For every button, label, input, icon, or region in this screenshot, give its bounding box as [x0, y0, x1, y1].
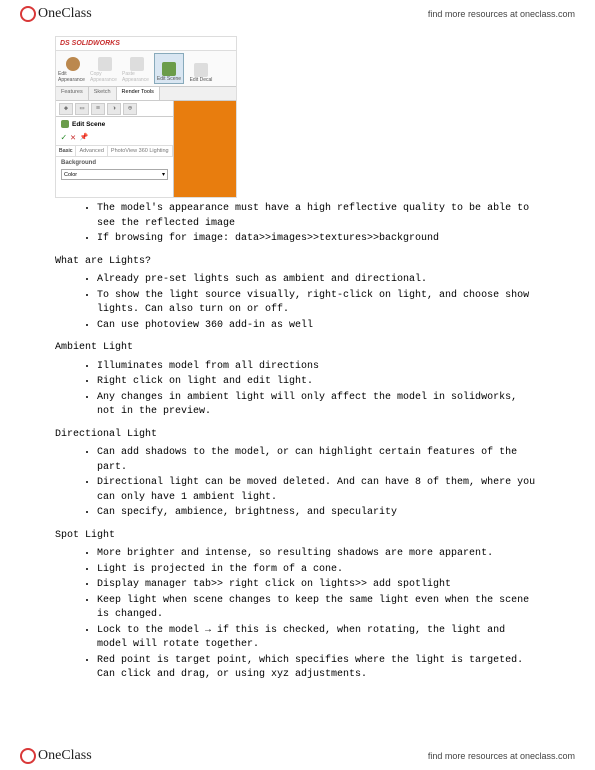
list-item: Right click on light and edit light. [97, 375, 540, 390]
tab-render-tools[interactable]: Render Tools [117, 87, 160, 100]
resources-link[interactable]: find more resources at oneclass.com [428, 9, 575, 19]
tab-sketch[interactable]: Sketch [89, 87, 117, 100]
section-background: Background [56, 157, 173, 169]
manager-tab-4[interactable]: ◑ [107, 103, 121, 115]
subtab-advanced[interactable]: Advanced [76, 146, 107, 156]
toolbar: Edit Appearance Copy Appearance Paste Ap… [56, 51, 236, 87]
appearance-icon [66, 57, 80, 71]
toolbar-label: Copy Appearance [90, 71, 120, 83]
subtab-basic[interactable]: Basic [56, 146, 76, 156]
list-item: More brighter and intense, so resulting … [97, 547, 540, 562]
list-item: Red point is target point, which specifi… [97, 654, 540, 683]
toolbar-edit-appearance[interactable]: Edit Appearance [58, 53, 88, 84]
solidworks-screenshot: DS SOLIDWORKS Edit Appearance Copy Appea… [55, 36, 237, 198]
paste-icon [130, 57, 144, 71]
list-item: Directional light can be moved deleted. … [97, 476, 540, 505]
list-item: Already pre-set lights such as ambient a… [97, 273, 540, 288]
toolbar-label: Edit Decal [190, 77, 213, 83]
heading-directional: Directional Light [55, 428, 540, 443]
list-item: Keep light when scene changes to keep th… [97, 594, 540, 623]
panel-title-row: Edit Scene [56, 117, 173, 131]
brand-logo-footer: OneClass [20, 748, 92, 764]
resources-link-footer[interactable]: find more resources at oneclass.com [428, 751, 575, 761]
page-header: OneClass find more resources at oneclass… [0, 0, 595, 26]
document-body: The model's appearance must have a high … [55, 202, 540, 683]
list-item: Display manager tab>> right click on lig… [97, 578, 540, 593]
heading-ambient: Ambient Light [55, 341, 540, 356]
property-manager: ◆ ▭ ≡ ◑ ⊕ Edit Scene ✓ ✕ 📌 Basic A [56, 101, 174, 197]
viewport [174, 101, 236, 197]
background-dropdown[interactable]: Color [61, 169, 168, 180]
manager-tab-3[interactable]: ≡ [91, 103, 105, 115]
toolbar-label: Edit Appearance [58, 71, 88, 83]
brand-logo-icon [20, 6, 36, 22]
panel-title: Edit Scene [72, 121, 105, 128]
list-item: The model's appearance must have a high … [97, 202, 540, 231]
list-item: Light is projected in the form of a cone… [97, 563, 540, 578]
list-item: To show the light source visually, right… [97, 289, 540, 318]
subtab-photoview[interactable]: PhotoView 360 Lighting [108, 146, 173, 156]
list-item: Lock to the model → if this is checked, … [97, 624, 540, 653]
spot-list: More brighter and intense, so resulting … [97, 547, 540, 683]
toolbar-edit-decal[interactable]: Edit Decal [186, 53, 216, 84]
toolbar-label: Edit Scene [157, 76, 181, 82]
decal-icon [194, 63, 208, 77]
ok-icon[interactable]: ✓ [61, 133, 66, 143]
scene-icon [162, 62, 176, 76]
list-item: Any changes in ambient light will only a… [97, 391, 540, 420]
page-footer: OneClass find more resources at oneclass… [0, 744, 595, 770]
toolbar-label: Paste Appearance [122, 71, 152, 83]
toolbar-copy-appearance[interactable]: Copy Appearance [90, 53, 120, 84]
manager-tab-1[interactable]: ◆ [59, 103, 73, 115]
list-item: Can use photoview 360 add-in as well [97, 319, 540, 334]
body: ◆ ▭ ≡ ◑ ⊕ Edit Scene ✓ ✕ 📌 Basic A [56, 101, 236, 197]
ribbon-tabs: Features Sketch Render Tools [56, 87, 236, 101]
list-item: Illuminates model from all directions [97, 360, 540, 375]
cancel-icon[interactable]: ✕ [70, 133, 75, 143]
toolbar-paste-appearance[interactable]: Paste Appearance [122, 53, 152, 84]
ok-cancel-row: ✓ ✕ 📌 [56, 131, 173, 146]
list-item: Can specify, ambience, brightness, and s… [97, 506, 540, 521]
copy-icon [98, 57, 112, 71]
brand-logo: OneClass [20, 6, 92, 22]
manager-tab-5[interactable]: ⊕ [123, 103, 137, 115]
brand-name: OneClass [38, 6, 92, 22]
app-titlebar: DS SOLIDWORKS [56, 37, 236, 51]
list-item: Can add shadows to the model, or can hig… [97, 446, 540, 475]
ambient-list: Illuminates model from all directions Ri… [97, 360, 540, 420]
scene-small-icon [61, 120, 69, 128]
toolbar-edit-scene[interactable]: Edit Scene [154, 53, 184, 84]
intro-list: The model's appearance must have a high … [97, 202, 540, 247]
heading-spot: Spot Light [55, 529, 540, 544]
page-content: DS SOLIDWORKS Edit Appearance Copy Appea… [0, 26, 595, 683]
lights-list: Already pre-set lights such as ambient a… [97, 273, 540, 333]
list-item: If browsing for image: data>>images>>tex… [97, 232, 540, 247]
brand-logo-icon [20, 748, 36, 764]
brand-name-footer: OneClass [38, 748, 92, 764]
tab-features[interactable]: Features [56, 87, 89, 100]
manager-tabs: ◆ ▭ ≡ ◑ ⊕ [56, 101, 173, 117]
manager-tab-2[interactable]: ▭ [75, 103, 89, 115]
directional-list: Can add shadows to the model, or can hig… [97, 446, 540, 521]
panel-subtabs: Basic Advanced PhotoView 360 Lighting [56, 146, 173, 157]
heading-lights: What are Lights? [55, 255, 540, 270]
pin-icon[interactable]: 📌 [80, 133, 89, 143]
